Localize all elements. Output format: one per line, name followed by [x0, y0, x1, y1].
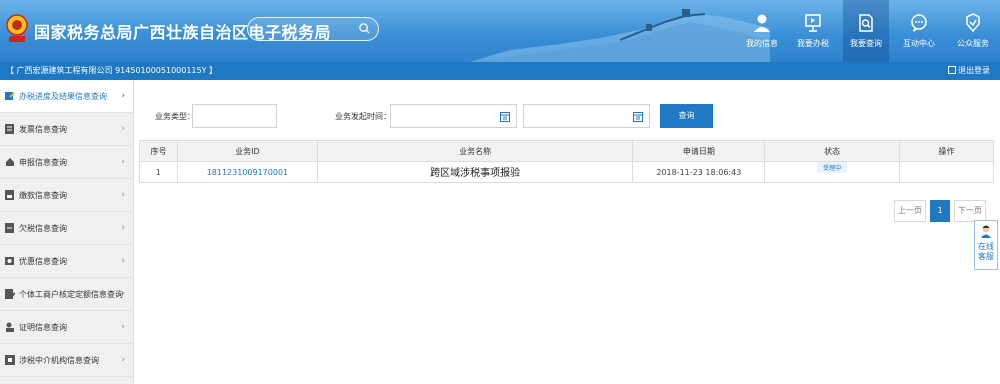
declare-icon: [6, 158, 14, 166]
sidebar-item-quota-query[interactable]: 个体工商户核定定额信息查询 ›: [0, 278, 133, 311]
action-cell: [899, 161, 994, 183]
logout-icon: [948, 66, 956, 74]
sidebar-item-label: 办税进度及结果信息查询: [19, 91, 107, 101]
sidebar-item-progress-query[interactable]: 办税进度及结果信息查询 ›: [0, 80, 133, 113]
monitor-icon: [805, 14, 821, 32]
invoice-icon: [5, 124, 14, 134]
calendar-icon[interactable]: [500, 111, 510, 122]
certificate-icon: [6, 322, 14, 332]
user-icon: [754, 14, 770, 32]
business-type-input[interactable]: [192, 104, 277, 128]
sidebar-item-label: 涉税中介机构信息查询: [19, 355, 99, 365]
row-index: 1: [139, 161, 178, 183]
nav-interaction[interactable]: 互动中心: [896, 0, 942, 62]
payment-icon: [5, 190, 14, 200]
nav-label: 我要办税: [797, 39, 829, 48]
agency-icon: [5, 355, 15, 365]
sidebar-item-label: 缴款信息查询: [19, 190, 67, 200]
chevron-right-icon: ›: [121, 157, 125, 167]
nav-query[interactable]: 我要查询: [843, 0, 889, 62]
sidebar-item-payment-query[interactable]: 缴款信息查询 ›: [0, 179, 133, 212]
calendar-icon[interactable]: [633, 111, 643, 122]
nav-label: 公众服务: [957, 39, 989, 48]
status-cell: 受理中: [764, 161, 901, 183]
arrears-icon: [5, 223, 14, 233]
sidebar: 办税进度及结果信息查询 › 发票信息查询 › 申报信息查询 › 缴款信息查询 ›…: [0, 80, 134, 384]
sidebar-item-invoice-query[interactable]: 发票信息查询 ›: [0, 113, 133, 146]
query-button[interactable]: 查询: [660, 104, 713, 128]
column-header: 申请日期: [632, 140, 766, 162]
nav-my-info[interactable]: 我的信息: [744, 0, 780, 62]
nav-label: 我的信息: [746, 39, 778, 48]
sidebar-item-certificate-query[interactable]: 证明信息查询 ›: [0, 311, 133, 344]
sidebar-item-label: 申报信息查询: [19, 157, 67, 167]
tax-emblem-logo: [6, 14, 28, 42]
sidebar-item-label: 个体工商户核定定额信息查询: [19, 289, 123, 299]
page-number-button[interactable]: 1: [930, 200, 950, 222]
sidebar-item-label: 证明信息查询: [19, 322, 67, 332]
logout-label: 退出登录: [958, 66, 990, 75]
company-info: 【 广西宏源建筑工程有限公司 91450100051000115Y 】: [6, 66, 218, 75]
business-name: 跨区域涉税事项报验: [316, 161, 634, 183]
business-type-label: 业务类型：: [155, 112, 195, 121]
column-header: 操作: [899, 140, 994, 162]
top-header: 国家税务总局广西壮族自治区电子税务局 我的信息 我要办税 我要查询 互动中心 公…: [0, 0, 1000, 62]
chevron-right-icon: ›: [121, 124, 125, 134]
sidebar-item-arrears-query[interactable]: 欠税信息查询 ›: [0, 212, 133, 245]
business-id-link[interactable]: 1811231009170001: [176, 161, 318, 183]
nav-label: 互动中心: [903, 39, 935, 48]
start-time-label: 业务发起时间：: [335, 112, 391, 121]
chevron-right-icon: ›: [121, 91, 125, 101]
table-header-row: 序号 业务ID 业务名称 申请日期 状态 操作: [139, 140, 994, 162]
chevron-right-icon: ›: [121, 190, 125, 200]
document-search-icon: [859, 14, 873, 32]
chevron-right-icon: ›: [121, 256, 125, 266]
search-icon[interactable]: [359, 23, 370, 34]
end-date-input[interactable]: [523, 104, 650, 128]
quota-icon: [5, 289, 15, 299]
nav-public-service[interactable]: 公众服务: [950, 0, 996, 62]
online-service-line2: 客服: [978, 252, 994, 261]
chat-icon: [911, 14, 927, 32]
chevron-right-icon: ›: [121, 355, 125, 365]
sidebar-item-label: 优惠信息查询: [19, 256, 67, 266]
sidebar-item-label: 欠税信息查询: [19, 223, 67, 233]
table-row: 1 1811231009170001 跨区域涉税事项报验 2018-11-23 …: [139, 161, 994, 183]
prev-page-button[interactable]: 上一页: [894, 200, 926, 222]
column-header: 业务名称: [316, 140, 634, 162]
column-header: 序号: [139, 140, 178, 162]
online-service-line1: 在线: [978, 242, 994, 251]
results-table: 序号 业务ID 业务名称 申请日期 状态 操作 1 18112310091700…: [139, 140, 994, 183]
logout-link[interactable]: 退出登录: [948, 62, 990, 80]
search-input[interactable]: [247, 17, 379, 41]
start-date-input[interactable]: [390, 104, 517, 128]
company-bar: 【 广西宏源建筑工程有限公司 91450100051000115Y 】 退出登录: [0, 62, 1000, 80]
nav-label: 我要查询: [850, 39, 882, 48]
next-page-button[interactable]: 下一页: [954, 200, 986, 222]
apply-date: 2018-11-23 18:06:43: [632, 161, 766, 183]
main-content: 业务类型： 业务发起时间： 查询 序号 业务ID 业务名称 申请日期 状态 操作…: [135, 80, 1000, 384]
nav-do-tax[interactable]: 我要办税: [790, 0, 836, 62]
sidebar-item-agency-query[interactable]: 涉税中介机构信息查询 ›: [0, 344, 133, 377]
chevron-right-icon: ›: [121, 322, 125, 332]
pagination: 上一页 1 下一页: [894, 200, 986, 222]
chevron-right-icon: ›: [121, 223, 125, 233]
status-badge: 受理中: [817, 161, 848, 173]
chevron-right-icon: ›: [121, 289, 125, 299]
progress-icon: [5, 92, 15, 100]
sidebar-item-discount-query[interactable]: 优惠信息查询 ›: [0, 245, 133, 278]
discount-icon: [5, 257, 14, 265]
customer-service-icon: [981, 225, 991, 238]
column-header: 业务ID: [176, 140, 318, 162]
online-service-button[interactable]: 在线 客服: [974, 220, 998, 270]
great-wall-graphic: [470, 9, 770, 62]
service-icon: [966, 13, 980, 33]
sidebar-item-declare-query[interactable]: 申报信息查询 ›: [0, 146, 133, 179]
sidebar-item-label: 发票信息查询: [19, 124, 67, 134]
column-header: 状态: [764, 140, 901, 162]
